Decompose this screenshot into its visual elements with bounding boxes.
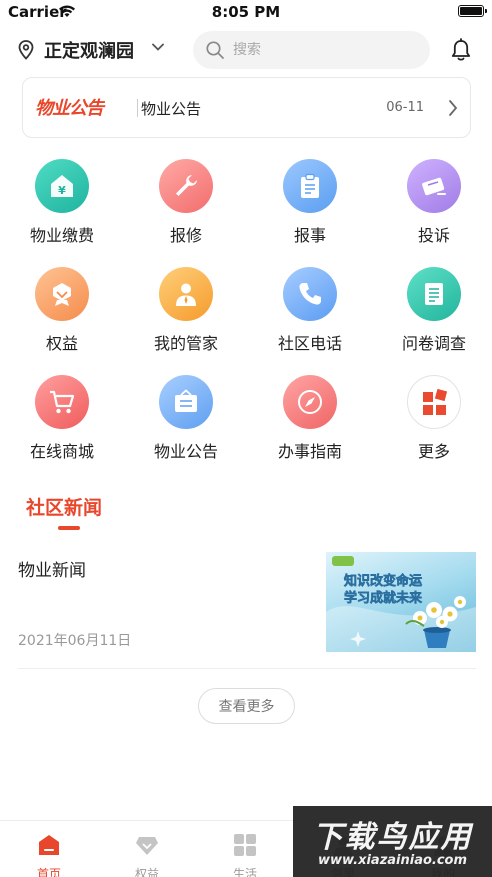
service-label: 报事 (293, 226, 326, 245)
service-butler[interactable]: 我的管家 (124, 263, 248, 371)
service-repair[interactable]: 报修 (124, 155, 248, 263)
service-label: 我的管家 (153, 334, 218, 353)
notice-board-icon (159, 375, 213, 429)
tab-benefits[interactable]: 权益 (98, 821, 196, 877)
service-label: 权益 (45, 334, 78, 353)
chevron-right-icon (449, 100, 458, 116)
notice-title: 物业公告 (141, 100, 202, 118)
news-item-date: 2021年06月11日 (18, 633, 132, 649)
home-icon (39, 835, 59, 855)
service-community-phone[interactable]: 社区电话 (248, 263, 372, 371)
news-item-title: 物业新闻 (18, 561, 86, 581)
search-bar[interactable] (193, 31, 430, 69)
service-guide[interactable]: 办事指南 (248, 371, 372, 479)
watermark-url: www.xiazainiao.com (317, 853, 468, 868)
clock: 8:05 PM (211, 3, 281, 21)
survey-icon (407, 267, 461, 321)
tab-label: 权益 (134, 867, 159, 877)
service-more[interactable]: 更多 (372, 371, 492, 479)
compass-icon (283, 375, 337, 429)
tab-label: 首页 (36, 867, 61, 877)
service-label: 在线商城 (29, 442, 94, 461)
wrench-icon (159, 159, 213, 213)
service-benefits[interactable]: 权益 (0, 263, 124, 371)
svg-text:¥: ¥ (58, 184, 66, 197)
top-header: 正定观澜园 (0, 30, 492, 70)
clipboard-icon (283, 159, 337, 213)
thumbnail-text-line2: 学习成就未来 (344, 590, 423, 606)
service-survey[interactable]: 问卷调查 (372, 263, 492, 371)
yuan-house-icon: ¥ (35, 159, 89, 213)
status-bar: Carrier 8:05 PM (0, 0, 492, 24)
service-label: 办事指南 (277, 442, 342, 461)
service-label: 报修 (169, 226, 202, 245)
more-grid-icon (407, 375, 461, 429)
service-label: 更多 (417, 442, 450, 461)
service-report[interactable]: 报事 (248, 155, 372, 263)
watermark-title: 下载鸟应用 (312, 820, 473, 855)
battery-icon (458, 5, 487, 17)
service-label: 物业公告 (153, 442, 218, 461)
watermark-overlay: 下载鸟应用 www.xiazainiao.com (293, 806, 492, 877)
ticket-icon (407, 159, 461, 213)
news-list-item[interactable]: 物业新闻 2021年06月11日 知识改变命运 学习成就未来 (18, 548, 476, 658)
service-property-notice[interactable]: 物业公告 (124, 371, 248, 479)
grid-icon (234, 834, 256, 856)
service-online-mall[interactable]: 在线商城 (0, 371, 124, 479)
service-property-fee[interactable]: ¥ 物业缴费 (0, 155, 124, 263)
service-label: 投诉 (417, 226, 450, 245)
service-label: 问卷调查 (401, 334, 466, 353)
notice-date: 06-11 (386, 100, 424, 115)
news-section-title[interactable]: 社区新闻 (26, 493, 102, 520)
news-divider (18, 668, 476, 669)
badge-icon (35, 267, 89, 321)
news-tab-indicator (58, 526, 80, 530)
notice-banner[interactable]: 物业公告 物业公告 06-11 (22, 77, 471, 138)
notice-tag: 物业公告 (35, 98, 104, 119)
community-selector[interactable]: 正定观澜园 (44, 37, 134, 63)
tab-life[interactable]: 生活 (196, 821, 294, 877)
tab-home[interactable]: 首页 (0, 821, 98, 877)
gem-icon (136, 837, 158, 855)
service-label: 社区电话 (277, 334, 342, 353)
tab-label: 生活 (232, 867, 257, 877)
service-complaint[interactable]: 投诉 (372, 155, 492, 263)
search-icon (206, 41, 224, 59)
butler-icon (159, 267, 213, 321)
phone-icon (283, 267, 337, 321)
news-thumbnail: 知识改变命运 学习成就未来 (326, 552, 476, 652)
search-input[interactable] (233, 31, 423, 69)
thumbnail-text-line1: 知识改变命运 (344, 573, 422, 589)
service-label: 物业缴费 (29, 226, 94, 245)
location-pin-icon (18, 40, 34, 60)
bell-icon[interactable] (450, 38, 472, 62)
view-more-button[interactable]: 查看更多 (198, 688, 295, 724)
notice-separator (137, 99, 138, 117)
chevron-down-icon[interactable] (152, 42, 164, 52)
cart-icon (35, 375, 89, 429)
